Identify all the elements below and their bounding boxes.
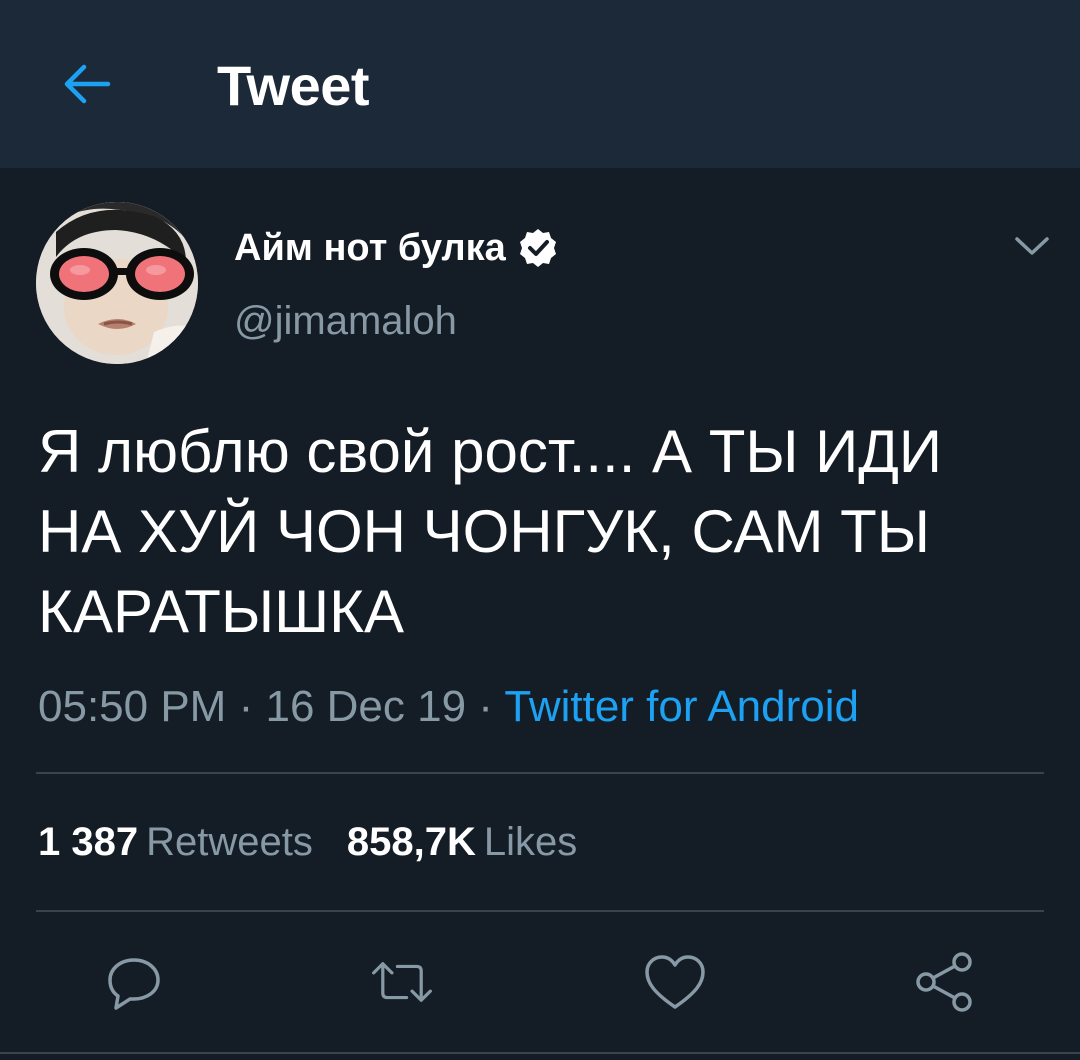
reply-icon <box>108 958 160 1010</box>
tweet-source-link[interactable]: Twitter for Android <box>504 682 859 731</box>
retweets-label: Retweets <box>146 820 313 864</box>
chevron-down-icon <box>1015 237 1049 255</box>
share-button[interactable] <box>912 950 976 1014</box>
tweet-metadata: 05:50 PM · 16 Dec 19 · Twitter for Andro… <box>38 680 859 734</box>
back-button[interactable] <box>54 52 118 116</box>
retweet-icon <box>372 962 432 1002</box>
author-handle[interactable]: @jimamaloh <box>234 296 457 346</box>
tweet-date: 16 Dec 19 <box>265 682 467 731</box>
reply-button[interactable] <box>102 950 166 1014</box>
likes-stat[interactable]: 858,7K Likes <box>347 820 577 864</box>
avatar-image <box>36 202 198 364</box>
meta-separator: · <box>238 682 254 731</box>
tweet-text: Я люблю свой рост.... А ТЫ ИДИ НА ХУЙ ЧО… <box>38 418 943 645</box>
like-button[interactable] <box>643 950 707 1014</box>
retweet-button[interactable] <box>370 950 434 1014</box>
share-icon <box>916 952 972 1012</box>
avatar[interactable] <box>36 202 198 364</box>
bottom-divider <box>0 1052 1080 1054</box>
like-icon <box>645 955 705 1009</box>
tweet-time: 05:50 PM <box>38 682 227 731</box>
likes-label: Likes <box>483 820 578 864</box>
retweets-count: 1 387 <box>38 820 139 864</box>
more-options-button[interactable] <box>1010 228 1054 264</box>
likes-count: 858,7K <box>346 820 476 864</box>
divider <box>36 910 1044 912</box>
verified-badge-icon <box>518 228 558 268</box>
author-name-text: Айм нот булка <box>234 227 506 269</box>
retweets-stat[interactable]: 1 387 Retweets <box>38 820 313 864</box>
top-app-bar: Tweet <box>0 0 1080 168</box>
divider <box>36 772 1044 774</box>
page-title: Tweet <box>217 54 370 117</box>
tweet-actions-bar <box>0 940 1080 1024</box>
meta-separator: · <box>478 682 493 731</box>
arrow-left-icon <box>64 64 111 104</box>
author-display-name[interactable]: Айм нот булка <box>234 224 558 272</box>
engagement-stats: 1 387 Retweets 858,7K Likes <box>38 816 577 868</box>
